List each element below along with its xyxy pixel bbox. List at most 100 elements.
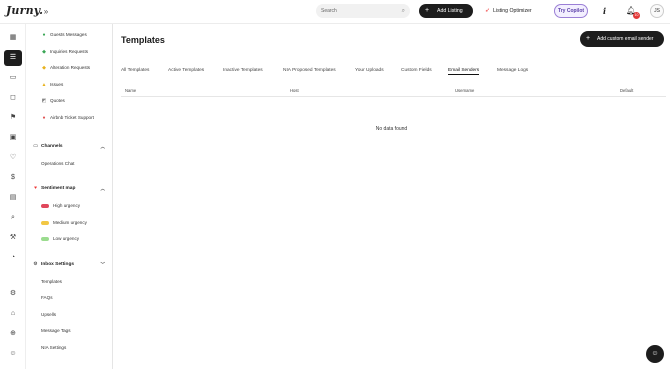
sentiment-map-section-header[interactable]: ♥ Sentiment map ︿ [32,185,107,193]
search-icon: ⌕ [401,8,405,14]
icon-rail: ▦ ☰ ▭ ◻ ⚑ ▣ ♡ $ ▤ ⌕ ⚒ ◔ ⚙ ⌂ ⊕ ☺ [0,24,26,369]
sidebar-item-label: Inquiries Requests [50,49,89,54]
channels-icon: ▭ [33,144,38,149]
template-tabs: All Templates Active Templates Inactive … [121,66,666,76]
warning-icon: ▲ [41,82,47,88]
bot-icon[interactable]: ☺ [4,346,22,362]
tab-email-senders[interactable]: Email Senders [448,66,480,75]
high-urgency-swatch [41,203,49,208]
try-copilot-button[interactable]: Try Copilot [554,4,588,18]
box-icon[interactable]: ▣ [4,130,22,146]
sidebar-item-label: Issues [50,82,64,87]
chevron-up-icon: ︿ [100,186,106,191]
sidebar-item-label: Airbnb Ticket Support [50,115,94,120]
tab-nia-proposed-templates[interactable]: NIA Proposed Templates [283,66,336,75]
flag-icon[interactable]: ⚑ [4,110,22,126]
inbox-sidebar: ● Guests Messages ◆ Inquiries Requests ◆ Al… [26,24,113,369]
dashboard-icon[interactable]: ▦ [4,30,22,46]
collapse-sidebar-icon[interactable]: » [40,6,52,18]
airbnb-icon: ● [42,115,46,121]
add-custom-email-sender-button[interactable]: + Add custom email sender [580,31,664,47]
column-header-username[interactable]: Username [455,87,474,95]
inbox-icon[interactable]: ☰ [4,50,22,66]
sidebar-item-label: High urgency [53,203,81,208]
settings-icon[interactable]: ⚙ [4,286,22,302]
listing-optimizer-button[interactable]: ➶ Listing Optimizer [485,4,545,18]
sidebar-item-alteration-requests[interactable]: ◆ Alteration Requests [40,64,90,72]
page-title: Templates [121,35,165,45]
plus-icon: + [586,35,591,42]
analytics-icon[interactable]: ◔ [4,250,22,266]
tab-custom-fields[interactable]: Custom Fields [401,66,432,75]
sidebar-item-low-urgency[interactable]: Low urgency [41,235,79,243]
sidebar-item-label: Alteration Requests [50,65,91,70]
sidebar-item-label: Quotes [50,98,65,103]
notification-badge: 10 [633,12,640,19]
rocket-icon: ➶ [485,8,491,14]
chatbot-icon[interactable]: ☺ [646,345,664,363]
main-content: Templates + Add custom email sender All T… [113,24,670,369]
sidebar-item-inquiries-requests[interactable]: ◆ Inquiries Requests [40,48,88,56]
add-listing-button[interactable]: + Add Listing [419,4,473,18]
tab-inactive-templates[interactable]: Inactive Templates [223,66,263,75]
calendar-icon[interactable]: ▭ [4,70,22,86]
tab-your-uploads[interactable]: Your Uploads [355,66,384,75]
add-email-label: Add custom email sender [597,36,654,42]
section-title: Sentiment map [41,186,76,191]
medium-urgency-swatch [41,220,49,225]
settings-icon: ⚙ [33,262,38,267]
sidebar-item-templates[interactable]: Templates [41,278,62,286]
table-header: Name Host Username Default [121,87,666,97]
dollar-icon[interactable]: $ [4,170,22,186]
tab-all-templates[interactable]: All Templates [121,66,149,75]
inquiry-icon: ◆ [42,49,46,55]
sidebar-item-airbnb-ticket-support[interactable]: ● Airbnb Ticket Support [40,114,94,122]
sidebar-item-operations-chat[interactable]: Operations Chat [41,160,74,168]
add-listing-label: Add Listing [437,8,463,14]
low-urgency-swatch [41,236,49,241]
search-input[interactable]: Search ⌕ [316,4,410,18]
sidebar-item-quotes[interactable]: ◩ Quotes [40,97,65,105]
heart-icon[interactable]: ♡ [4,150,22,166]
sidebar-item-label: Guests Messages [50,32,87,37]
sentiment-icon: ♥ [34,186,37,191]
tab-message-logs[interactable]: Message Logs [497,66,528,75]
search-icon[interactable]: ⌕ [4,210,22,226]
chevron-down-icon: ﹀ [100,262,106,267]
search-placeholder: Search [321,8,337,14]
sidebar-item-nia-settings[interactable]: NIA Settings [41,344,66,352]
quote-icon: ◩ [41,98,47,104]
top-bar: Jurny. » Search ⌕ + Add Listing ➶ Listing … [0,0,670,24]
section-title: Inbox Settings [41,262,75,267]
column-header-name[interactable]: Name [125,87,136,95]
sidebar-item-guests-messages[interactable]: ● Guests Messages [40,31,87,39]
avatar[interactable]: JS [650,4,664,18]
info-icon[interactable]: i [603,6,606,16]
inbox-settings-section-header[interactable]: ⚙ Inbox Settings ﹀ [32,261,107,269]
sidebar-item-high-urgency[interactable]: High urgency [41,202,80,210]
bag-icon[interactable]: ◻ [4,90,22,106]
sidebar-item-faqs[interactable]: FAQs [41,294,53,302]
sidebar-item-message-tags[interactable]: Message Tags [41,327,71,335]
alteration-icon: ◆ [42,65,46,71]
receipt-icon[interactable]: ▤ [4,190,22,206]
chevron-up-icon: ︿ [100,144,106,149]
column-header-default[interactable]: Default [620,87,633,95]
home-icon[interactable]: ⌂ [4,306,22,322]
section-title: Channels [41,144,63,149]
app-logo[interactable]: Jurny. [6,4,43,17]
column-header-host[interactable]: Host [290,87,299,95]
plus-icon: + [425,7,430,14]
sidebar-item-medium-urgency[interactable]: Medium urgency [41,219,87,227]
sidebar-item-label: Low urgency [53,236,80,241]
search-user-icon[interactable]: ⊕ [4,326,22,342]
listing-optimizer-label: Listing Optimizer [493,8,532,14]
wrench-icon[interactable]: ⚒ [4,230,22,246]
tab-active-templates[interactable]: Active Templates [168,66,204,75]
sidebar-item-label: Medium urgency [53,220,87,225]
channels-section-header[interactable]: ▭ Channels ︿ [32,143,107,151]
sidebar-item-issues[interactable]: ▲ Issues [40,81,64,89]
empty-state-text: No data found [375,126,408,132]
chat-icon: ● [42,32,46,38]
sidebar-item-upsells[interactable]: Upsells [41,311,56,319]
